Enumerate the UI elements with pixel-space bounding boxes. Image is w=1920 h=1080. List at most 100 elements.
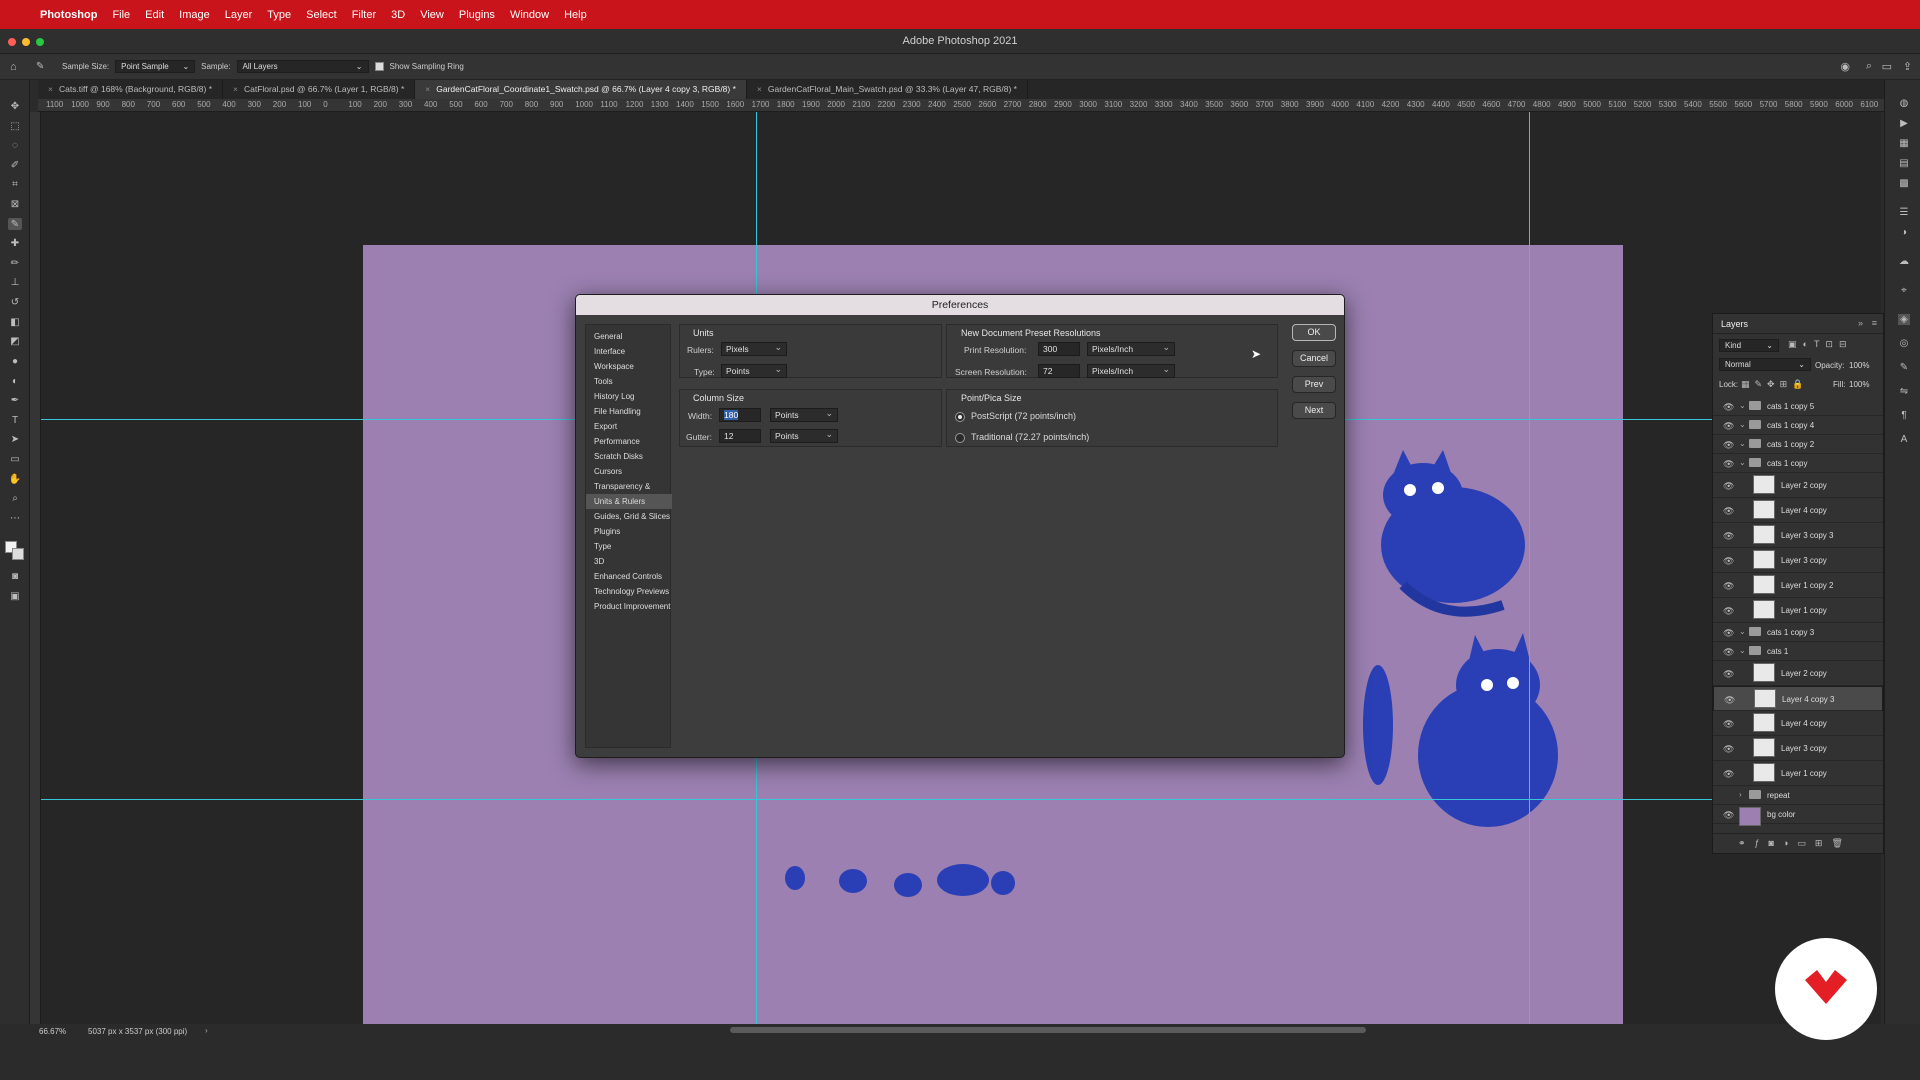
- print-resolution-unit-select[interactable]: Pixels/Inch: [1087, 342, 1175, 356]
- close-icon[interactable]: ×: [425, 84, 430, 94]
- more-tools-icon[interactable]: ⋯: [8, 512, 22, 524]
- gradients-panel-icon[interactable]: ▤: [1898, 158, 1910, 169]
- blend-mode-select[interactable]: Normal ⌄: [1719, 358, 1811, 371]
- layer-group-row[interactable]: 👁 ⌄ cats 1 copy 4: [1713, 416, 1883, 435]
- patterns-panel-icon[interactable]: ▩: [1898, 178, 1910, 189]
- ok-button[interactable]: OK: [1292, 324, 1336, 341]
- layers-footer-icons[interactable]: ⚭ƒ◙◑▭⊞🗑: [1713, 833, 1883, 853]
- visibility-eye-icon[interactable]: 👁: [1723, 744, 1734, 755]
- prev-button[interactable]: Prev: [1292, 376, 1336, 393]
- layers-panel-title[interactable]: Layers: [1721, 319, 1748, 329]
- visibility-eye-icon[interactable]: 👁: [1723, 581, 1734, 592]
- gutter-input[interactable]: 12: [719, 429, 761, 443]
- layer-row[interactable]: 👁 bg color: [1713, 805, 1883, 826]
- visibility-eye-icon[interactable]: 👁: [1723, 421, 1734, 432]
- hand-tool-icon[interactable]: ✋: [8, 473, 22, 485]
- gutter-unit-select[interactable]: Points: [770, 429, 838, 443]
- layer-row[interactable]: 👁 Layer 1 copy 2: [1713, 573, 1883, 598]
- visibility-eye-icon[interactable]: 👁: [1723, 556, 1734, 567]
- close-icon[interactable]: ×: [233, 84, 238, 94]
- lasso-tool-icon[interactable]: ◌: [8, 139, 22, 151]
- visibility-eye-icon[interactable]: 👁: [1723, 440, 1734, 451]
- menu-edit[interactable]: Edit: [145, 9, 164, 21]
- cancel-button[interactable]: Cancel: [1292, 350, 1336, 367]
- screen-resolution-unit-select[interactable]: Pixels/Inch: [1087, 364, 1175, 378]
- fill-value[interactable]: 100%: [1849, 380, 1869, 389]
- swatches-panel-icon[interactable]: ▦: [1898, 138, 1910, 149]
- visibility-eye-icon[interactable]: 👁: [1723, 606, 1734, 617]
- layers-panel-icon[interactable]: ◈: [1898, 314, 1910, 325]
- visibility-eye-icon[interactable]: 👁: [1724, 695, 1735, 706]
- print-resolution-input[interactable]: 300: [1038, 342, 1080, 356]
- layer-group-row[interactable]: › repeat: [1713, 786, 1883, 805]
- clone-stamp-tool-icon[interactable]: ⊥: [8, 276, 22, 288]
- layer-filter-icons[interactable]: ▣◐T⊡⊟: [1788, 339, 1853, 350]
- healing-brush-tool-icon[interactable]: ✚: [8, 237, 22, 249]
- workspace-icon[interactable]: ▭: [1882, 60, 1892, 73]
- type-unit-select[interactable]: Points: [721, 364, 787, 378]
- next-button[interactable]: Next: [1292, 402, 1336, 419]
- quick-select-tool-icon[interactable]: ✐: [8, 159, 22, 171]
- preferences-category-type[interactable]: Type: [586, 539, 672, 554]
- menu-help[interactable]: Help: [564, 9, 587, 21]
- sample-size-select[interactable]: Point Sample ⌄: [115, 60, 196, 73]
- eyedropper-tool-icon[interactable]: ✎: [8, 218, 22, 230]
- screen-mode-icon[interactable]: ▣: [8, 590, 22, 602]
- visibility-eye-icon[interactable]: 👁: [1723, 769, 1734, 780]
- brush-settings-icon[interactable]: ✎: [1898, 362, 1910, 373]
- search-icon[interactable]: ⌕: [1866, 60, 1872, 73]
- chevron-right-icon[interactable]: ›: [205, 1026, 208, 1035]
- preferences-category-workspace[interactable]: Workspace: [586, 359, 672, 374]
- pen-tool-icon[interactable]: ✒: [8, 394, 22, 406]
- group-expand-chevron-icon[interactable]: ⌄: [1739, 646, 1746, 655]
- layer-row[interactable]: 👁 Layer 2 copy: [1713, 661, 1883, 686]
- preferences-category-general[interactable]: General: [586, 329, 672, 344]
- opacity-value[interactable]: 100%: [1849, 361, 1869, 370]
- menu-view[interactable]: View: [420, 9, 444, 21]
- preferences-category-plugins[interactable]: Plugins: [586, 524, 672, 539]
- character-panel-icon[interactable]: A: [1898, 434, 1910, 445]
- menu-type[interactable]: Type: [267, 9, 291, 21]
- layer-group-row[interactable]: 👁 ⌄ cats 1 copy 3: [1713, 623, 1883, 642]
- preferences-category-interface[interactable]: Interface: [586, 344, 672, 359]
- tab-catfloral[interactable]: × CatFloral.psd @ 66.7% (Layer 1, RGB/8) …: [223, 80, 416, 99]
- path-select-tool-icon[interactable]: ➤: [8, 433, 22, 445]
- layer-group-row[interactable]: 👁 ⌄ cats 1: [1713, 642, 1883, 661]
- visibility-eye-icon[interactable]: 👁: [1723, 506, 1734, 517]
- layer-row[interactable]: 👁 Layer 4 copy: [1713, 711, 1883, 736]
- preferences-category-technology-previews[interactable]: Technology Previews: [586, 584, 672, 599]
- preferences-category-scratch-disks[interactable]: Scratch Disks: [586, 449, 672, 464]
- layer-group-row[interactable]: 👁 ⌄ cats 1 copy 5: [1713, 397, 1883, 416]
- preferences-category-transparency-gamut[interactable]: Transparency & Gamut: [586, 479, 672, 506]
- traditional-label[interactable]: Traditional (72.27 points/inch): [971, 432, 1089, 442]
- properties-panel-icon[interactable]: ⇋: [1898, 386, 1910, 397]
- menu-image[interactable]: Image: [179, 9, 210, 21]
- visibility-eye-icon[interactable]: 👁: [1723, 647, 1734, 658]
- preferences-category-export[interactable]: Export: [586, 419, 672, 434]
- close-icon[interactable]: ×: [757, 84, 762, 94]
- lock-icons[interactable]: ▦✎✥⊞🔒: [1741, 379, 1808, 390]
- preferences-category-enhanced-controls[interactable]: Enhanced Controls: [586, 569, 672, 584]
- frame-tool-icon[interactable]: ⊠: [8, 198, 22, 210]
- vertical-ruler[interactable]: [30, 112, 41, 1024]
- horizontal-scrollbar[interactable]: [730, 1027, 1366, 1033]
- traditional-radio[interactable]: [955, 433, 965, 443]
- group-expand-chevron-icon[interactable]: ⌄: [1739, 627, 1746, 636]
- layer-row[interactable]: 👁 Layer 1 copy: [1713, 598, 1883, 623]
- panel-menu-icon[interactable]: ≡: [1872, 318, 1877, 328]
- preferences-category-history-log[interactable]: History Log: [586, 389, 672, 404]
- layer-filter-select[interactable]: Kind ⌄: [1719, 339, 1779, 352]
- crop-tool-icon[interactable]: ⌗: [8, 178, 22, 190]
- column-width-unit-select[interactable]: Points: [770, 408, 838, 422]
- history-brush-tool-icon[interactable]: ↺: [8, 296, 22, 308]
- background-color-swatch[interactable]: [12, 548, 24, 560]
- layer-row[interactable]: 👁 Layer 3 copy 3: [1713, 523, 1883, 548]
- rulers-unit-select[interactable]: Pixels: [721, 342, 787, 356]
- collapse-panel-icon[interactable]: »: [1858, 318, 1863, 328]
- layer-row[interactable]: 👁 Layer 1 copy: [1713, 761, 1883, 786]
- adjustments-panel-icon[interactable]: ☰: [1898, 207, 1910, 218]
- quick-mask-icon[interactable]: ◙: [8, 570, 22, 582]
- share-icon[interactable]: ⇪: [1903, 60, 1912, 73]
- layer-row[interactable]: 👁 Layer 3 copy: [1713, 548, 1883, 573]
- paths-panel-icon[interactable]: ⌖: [1898, 285, 1910, 296]
